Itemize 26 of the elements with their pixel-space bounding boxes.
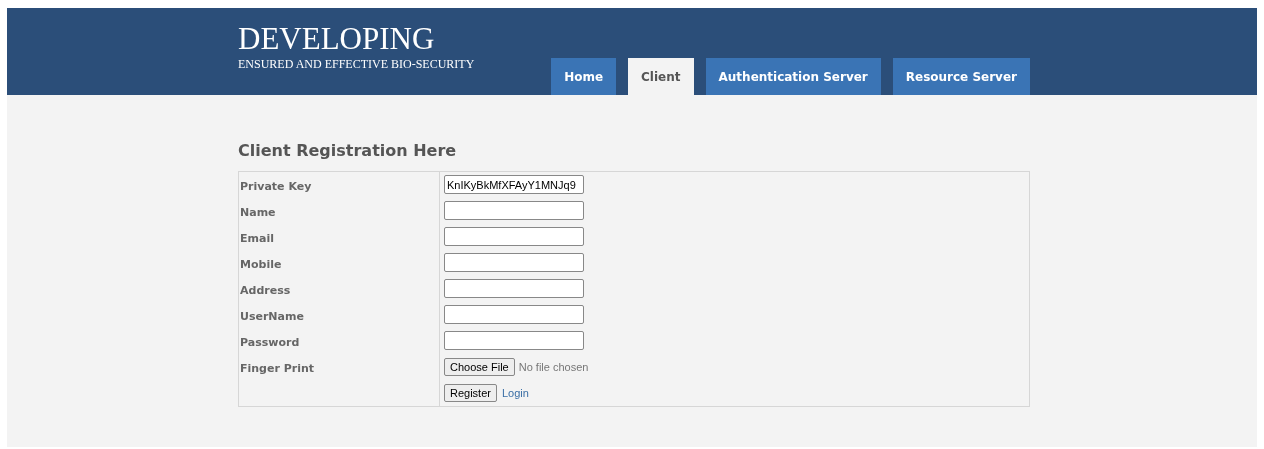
- choose-file-button[interactable]: Choose File: [444, 358, 515, 376]
- field-label: Private Key: [239, 179, 312, 193]
- site-subtitle: ENSURED AND EFFECTIVE BIO-SECURITY: [238, 56, 475, 72]
- file-status: No file chosen: [518, 361, 589, 373]
- field-label: Finger Print: [239, 361, 315, 375]
- password-field[interactable]: [444, 331, 584, 351]
- site-title: DEVELOPING: [238, 22, 436, 56]
- nav-tab[interactable]: Client: [628, 58, 694, 95]
- field-label: Mobile: [239, 257, 282, 271]
- input-field[interactable]: [444, 305, 584, 325]
- input-field[interactable]: KnIKyBkMfXFAyY1MNJq9: [444, 175, 584, 195]
- register-button[interactable]: Register: [444, 384, 497, 402]
- input-field[interactable]: [444, 227, 584, 247]
- field-label: Address: [239, 283, 291, 297]
- nav-tab[interactable]: Resource Server: [892, 58, 1030, 95]
- login-link[interactable]: Login: [501, 387, 529, 399]
- nav-tab[interactable]: Authentication Server: [705, 58, 881, 95]
- field-label: Password: [239, 335, 300, 349]
- input-field[interactable]: [444, 253, 584, 273]
- input-field[interactable]: [444, 201, 584, 221]
- nav-tab[interactable]: Home: [551, 58, 617, 95]
- field-label: Name: [239, 205, 276, 219]
- input-field[interactable]: [444, 279, 584, 299]
- form-heading: Client Registration Here: [238, 141, 458, 160]
- field-label: Email: [239, 231, 274, 245]
- field-label: UserName: [239, 309, 304, 323]
